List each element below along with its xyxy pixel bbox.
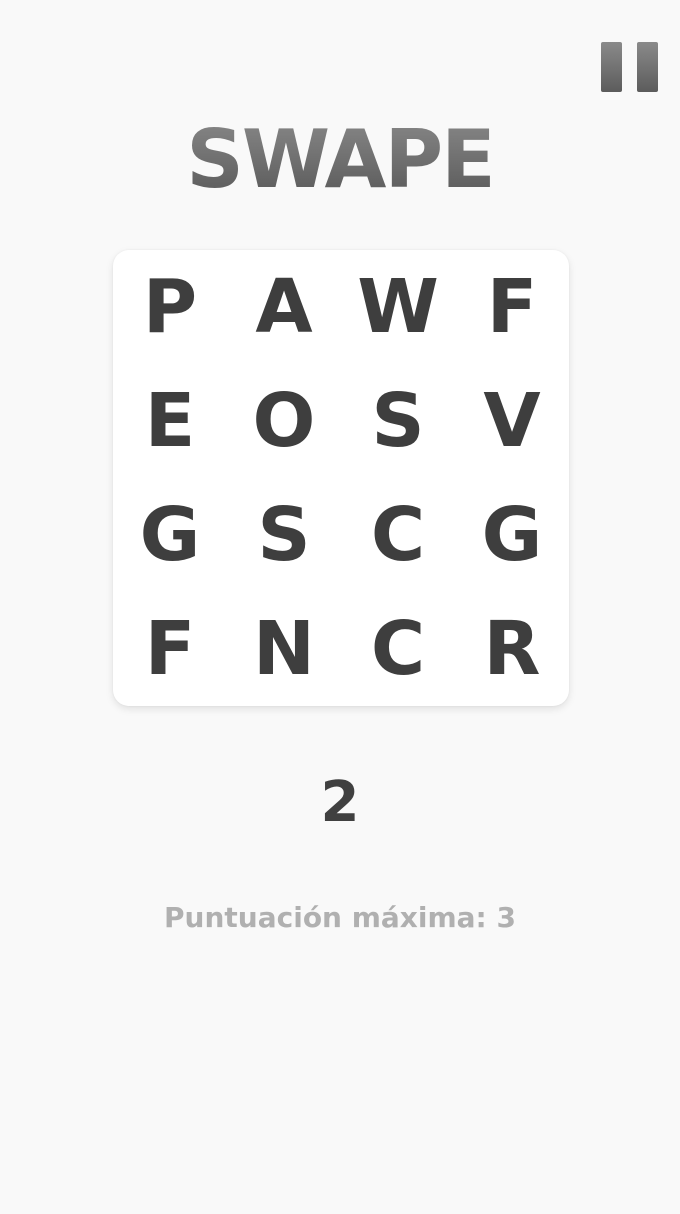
pause-icon (601, 42, 622, 92)
letter-tile[interactable]: P (113, 250, 227, 364)
letter-tile[interactable]: C (341, 592, 455, 706)
letter-tile[interactable]: S (227, 478, 341, 592)
letter-tile[interactable]: G (113, 478, 227, 592)
letter-tile[interactable]: V (455, 364, 569, 478)
letter-tile[interactable]: E (113, 364, 227, 478)
letter-tile[interactable]: S (341, 364, 455, 478)
pause-icon-bar (637, 42, 658, 92)
best-score-label: Puntuación máxima: 3 (164, 901, 516, 934)
letter-board: P A W F E O S V G S C G F N C R (113, 250, 569, 706)
game-title: SWAPE (0, 112, 680, 208)
letter-tile[interactable]: O (227, 364, 341, 478)
letter-tile[interactable]: F (113, 592, 227, 706)
letter-tile[interactable]: R (455, 592, 569, 706)
letter-tile[interactable]: W (341, 250, 455, 364)
letter-tile[interactable]: G (455, 478, 569, 592)
current-score: 2 (320, 770, 360, 835)
letter-tile[interactable]: F (455, 250, 569, 364)
pause-button[interactable] (600, 42, 660, 94)
letter-tile[interactable]: A (227, 250, 341, 364)
letter-tile[interactable]: N (227, 592, 341, 706)
letter-tile[interactable]: C (341, 478, 455, 592)
